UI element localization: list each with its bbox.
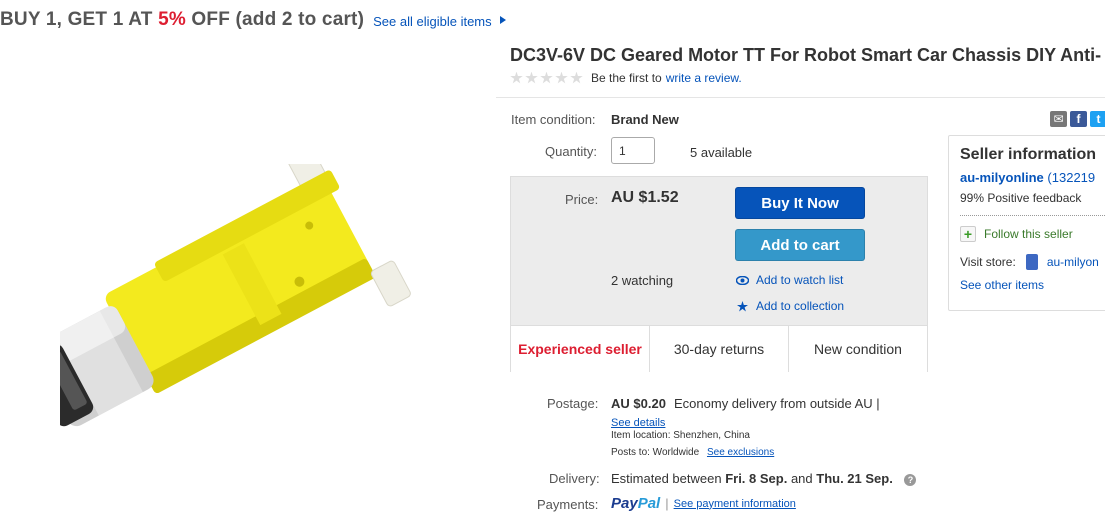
- arrow-right-icon: [499, 15, 506, 24]
- seller-name-row: au-milyonline (132219: [960, 170, 1105, 185]
- watching-count: 2 watching: [611, 273, 674, 288]
- see-other-items-link[interactable]: See other items: [960, 278, 1105, 292]
- product-image-panel[interactable]: [0, 44, 482, 526]
- price-row: Price: AU $1.52 Buy It Now Add to cart 2…: [511, 177, 927, 325]
- visit-store-row: Visit store: au-milyon: [960, 254, 1105, 270]
- product-image: [60, 164, 411, 427]
- promo-headline-start: BUY 1, GET 1 AT: [0, 9, 159, 30]
- payments-label: Payments:: [537, 497, 599, 512]
- divider: [960, 215, 1105, 216]
- divider: [496, 97, 1105, 98]
- help-icon[interactable]: ?: [904, 473, 917, 486]
- see-exclusions-link[interactable]: See exclusions: [707, 447, 774, 458]
- postage-label: Postage:: [547, 396, 599, 411]
- store-icon: [1025, 254, 1038, 270]
- store-link[interactable]: au-milyon: [1047, 255, 1099, 269]
- visit-store-label: Visit store:: [960, 255, 1016, 269]
- postage-cost: AU $0.20: [611, 396, 666, 411]
- delivery-date-end: Thu. 21 Sep.: [816, 471, 893, 486]
- delivery-estimate: Estimated between Fri. 8 Sep. and Thu. 2…: [611, 471, 917, 486]
- payments-row: PayPal | See payment information: [611, 495, 796, 512]
- plus-icon: +: [960, 226, 976, 242]
- paypal-logo-pay: Pay: [611, 495, 638, 512]
- rating-row: Be the first to write a review.: [510, 71, 742, 85]
- facebook-icon[interactable]: f: [1070, 111, 1087, 127]
- seller-info-panel: Seller information au-milyonline (132219…: [948, 135, 1105, 311]
- star-icon: [510, 71, 523, 84]
- delivery-date-start: Fri. 8 Sep.: [725, 471, 788, 486]
- price-value: AU $1.52: [611, 189, 679, 206]
- eye-icon: [735, 275, 749, 285]
- promo-banner: BUY 1, GET 1 AT 5% OFF (add 2 to cart) S…: [0, 4, 506, 36]
- positive-feedback: 99% Positive feedback: [960, 191, 1082, 205]
- add-to-watch-list-link[interactable]: Add to watch list: [735, 273, 843, 287]
- follow-seller-label: Follow this seller: [984, 227, 1073, 241]
- seller-name-link[interactable]: au-milyonline: [960, 170, 1044, 185]
- separator: |: [665, 496, 669, 511]
- posts-to-row: Posts to: Worldwide See exclusions: [611, 447, 774, 458]
- share-icons: ✉ f t: [1050, 111, 1105, 127]
- delivery-text: Estimated between: [611, 471, 726, 486]
- postage-method: Economy delivery from outside AU |: [674, 396, 880, 411]
- quantity-input[interactable]: [611, 137, 655, 164]
- promo-discount: 5%: [158, 9, 186, 30]
- twitter-icon[interactable]: t: [1090, 111, 1105, 127]
- available-count: 5 available: [690, 145, 753, 160]
- seller-info-heading: Seller information: [960, 146, 1097, 163]
- condition-label: Item condition:: [511, 112, 596, 127]
- watch-list-label: Add to watch list: [756, 273, 844, 287]
- email-icon[interactable]: ✉: [1050, 111, 1067, 127]
- star-icon: [570, 71, 583, 84]
- see-all-eligible-link[interactable]: See all eligible items: [373, 14, 492, 29]
- condition-value: Brand New: [611, 112, 679, 127]
- item-location: Item location: Shenzhen, China: [611, 430, 750, 441]
- condition-badge: New condition: [814, 341, 902, 357]
- delivery-and: and: [787, 471, 817, 486]
- star-icon: [735, 300, 749, 312]
- paypal-logo: PayPal: [611, 495, 660, 512]
- star-rating[interactable]: [510, 71, 583, 85]
- experienced-seller-badge: Experienced seller: [511, 326, 650, 372]
- feedback-score[interactable]: (132219: [1047, 170, 1095, 185]
- write-review-link[interactable]: write a review.: [666, 71, 742, 85]
- returns-badge: 30-day returns: [650, 326, 789, 372]
- collection-label: Add to collection: [756, 299, 845, 313]
- item-title: DC3V-6V DC Geared Motor TT For Robot Sma…: [510, 45, 1102, 65]
- price-label: Price:: [565, 192, 599, 207]
- price-box: Price: AU $1.52 Buy It Now Add to cart 2…: [510, 176, 928, 372]
- buy-it-now-button[interactable]: Buy It Now: [735, 187, 865, 219]
- follow-seller-button[interactable]: + Follow this seller: [960, 226, 1105, 242]
- delivery-label: Delivery:: [549, 471, 600, 486]
- review-prompt: Be the first to: [591, 71, 662, 85]
- promo-headline-end: OFF (add 2 to cart): [185, 9, 365, 30]
- star-icon: [555, 71, 568, 84]
- posts-to: Posts to: Worldwide: [611, 447, 700, 458]
- star-icon: [525, 71, 538, 84]
- promo-headline: BUY 1, GET 1 AT 5% OFF (add 2 to cart): [0, 9, 364, 31]
- quantity-label: Quantity:: [545, 144, 598, 159]
- star-icon: [540, 71, 553, 84]
- see-details-link[interactable]: See details: [611, 417, 665, 429]
- add-to-collection-link[interactable]: Add to collection: [735, 299, 844, 313]
- see-payment-info-link[interactable]: See payment information: [674, 498, 796, 510]
- add-to-cart-button[interactable]: Add to cart: [735, 229, 865, 261]
- paypal-logo-pal: Pal: [637, 495, 661, 512]
- trust-signals: Experienced seller 30-day returns New co…: [511, 325, 927, 372]
